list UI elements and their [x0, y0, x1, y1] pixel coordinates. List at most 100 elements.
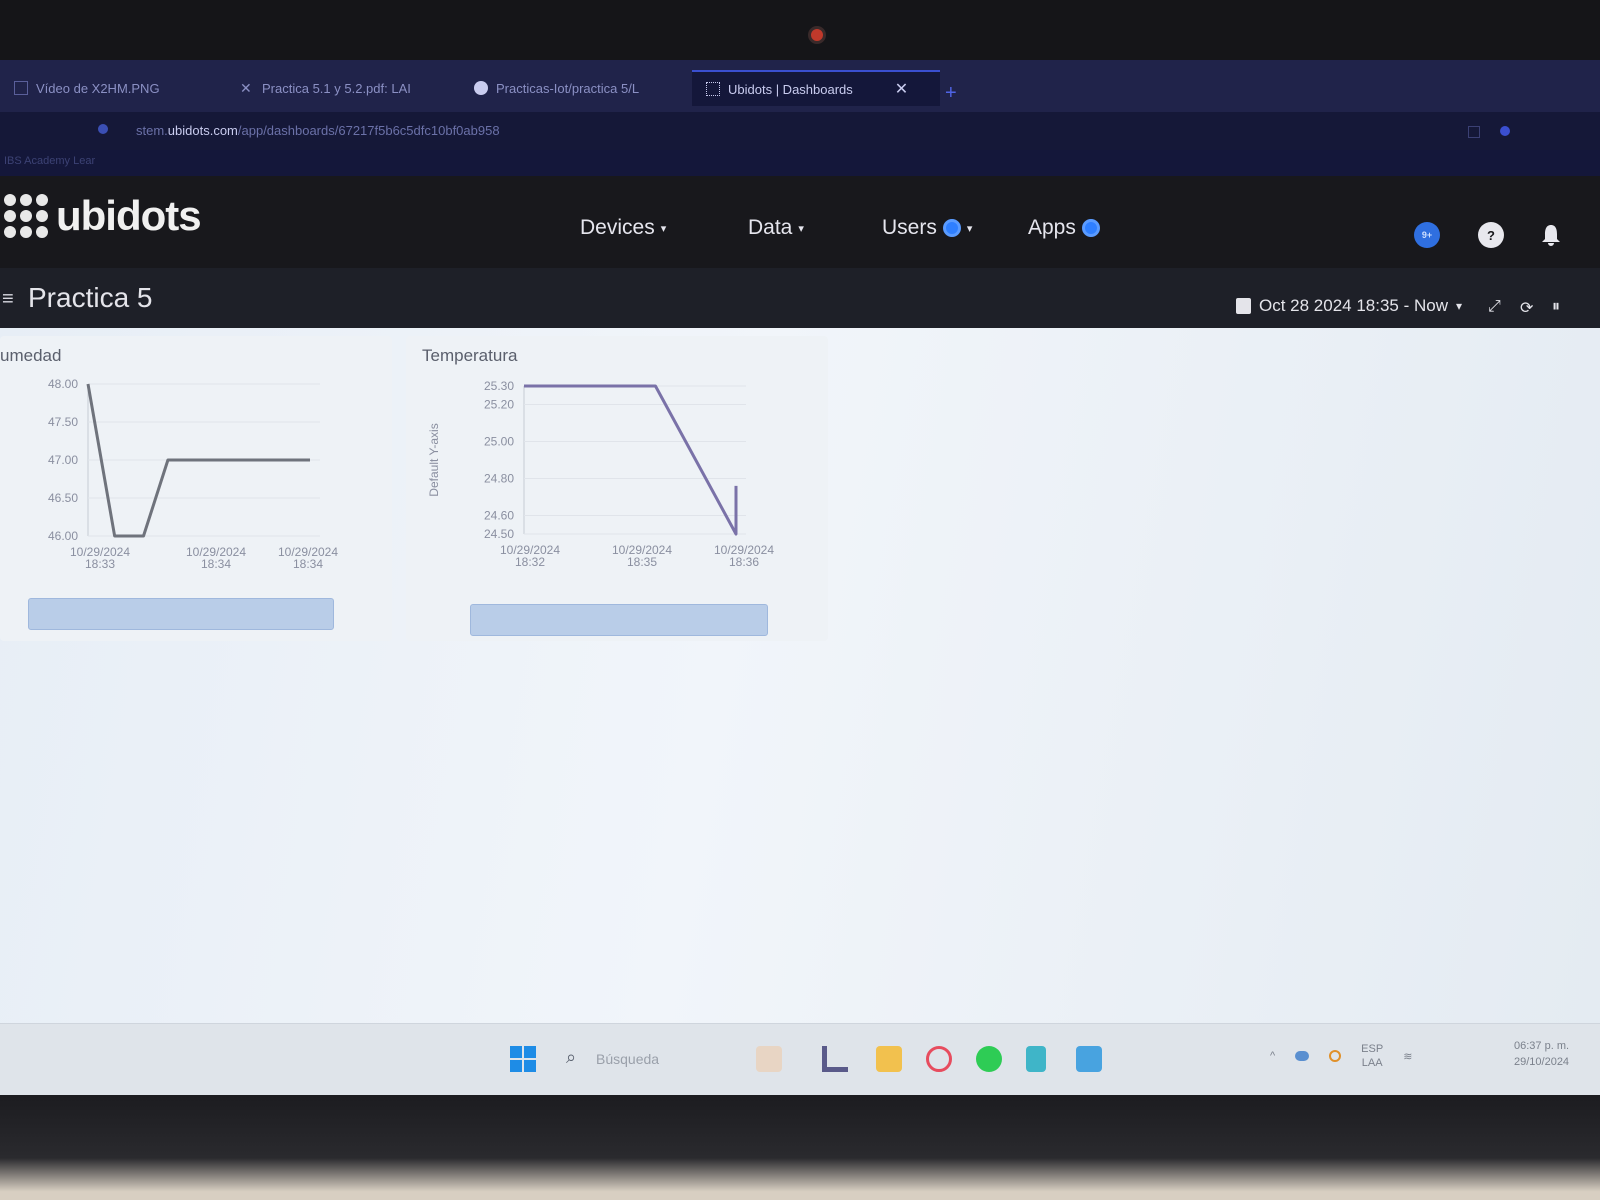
nav-apps[interactable]: Apps [1028, 216, 1100, 240]
widgets-icon[interactable] [756, 1046, 782, 1072]
help-icon[interactable]: ? [1478, 222, 1504, 248]
url-path: /app/dashboards/67217f5b6c5dfc10bf0ab958 [237, 123, 500, 138]
github-icon [474, 81, 488, 95]
x-tick-label: 18:35 [627, 555, 657, 569]
tab-label: Practica 5.1 y 5.2.pdf: LAI [262, 80, 411, 96]
notes-app-icon[interactable] [1026, 1046, 1046, 1072]
chevron-up-icon[interactable]: ^ [1270, 1050, 1275, 1062]
dashboard-canvas: umedad 48.00 47.50 47.00 46.50 46.00 10/29/20… [0, 328, 1600, 1023]
y-tick-label: 24.80 [484, 472, 514, 486]
dashboard-title[interactable]: Practica 5 [28, 282, 153, 314]
ubidots-logo[interactable]: ubidots [4, 192, 202, 240]
new-tab-button[interactable]: + [945, 82, 957, 105]
tab-label: Practicas-Iot/practica 5/L [496, 80, 640, 96]
sync-icon[interactable] [1329, 1050, 1342, 1062]
temperature-widget[interactable]: Temperatura 25.30 25.20 25.00 24.80 24.60 24.… [406, 336, 828, 641]
x-tick-label: 18:34 [293, 557, 323, 571]
region-code: LAA [1361, 1057, 1383, 1069]
wifi-icon[interactable]: ≋ [1403, 1050, 1412, 1063]
profile-icon[interactable] [1500, 126, 1510, 136]
taskbar-search-input[interactable]: Búsqueda [596, 1051, 659, 1067]
tab-label: Vídeo de X2HM.PNG [36, 80, 160, 96]
url-text[interactable]: stem.ubidots.com/app/dashboards/67217f5b… [136, 123, 500, 138]
refresh-icon[interactable]: ⟳ [1520, 298, 1533, 318]
pause-icon[interactable]: ⏸ [1552, 298, 1560, 316]
url-prefix: stem. [136, 123, 168, 138]
extension-icon[interactable] [1468, 126, 1480, 138]
laptop-frame: Vídeo de X2HM.PNG ✕ Practica 5.1 y 5.2.p… [0, 0, 1600, 1200]
tab-label: Ubidots | Dashboards [728, 81, 853, 97]
logo-dots-icon [4, 194, 48, 238]
app-header: ubidots Devices ▾ Data ▾ Users ▾ Apps 9+… [0, 176, 1600, 268]
x-tick-label: 18:36 [729, 555, 759, 569]
brand-name: ubidots [56, 192, 202, 239]
clock-date: 29/10/2024 [1514, 1056, 1570, 1068]
humidity-line-chart: 48.0047.5047.0046.5046.0010/29/202418:33… [48, 377, 338, 571]
y-tick-label: 25.30 [484, 379, 514, 393]
x-tick-label: 18:34 [201, 557, 231, 571]
nav-label: Devices [580, 216, 655, 239]
nav-label: Users [882, 216, 937, 239]
notifications-count-badge[interactable]: 9+ [1414, 222, 1440, 248]
nav-data[interactable]: Data ▾ [748, 216, 804, 240]
y-tick-label: 25.00 [484, 435, 514, 449]
windows-start-icon[interactable] [510, 1046, 536, 1072]
windows-taskbar: ⌕ Búsqueda ^ ESP LAA ≋ 06:37 p. m. 29/10… [0, 1023, 1600, 1095]
new-badge-icon [942, 219, 961, 237]
browser-tab-active[interactable]: Ubidots | Dashboards ✕ [692, 70, 940, 106]
humidity-widget[interactable]: umedad 48.00 47.50 47.00 46.50 46.00 10/29/20… [0, 336, 392, 641]
clock-time: 06:37 p. m. [1514, 1040, 1570, 1052]
x-tick-label: 18:33 [85, 557, 115, 571]
language-indicator[interactable]: ESP LAA [1361, 1042, 1383, 1070]
y-tick-label: 24.50 [484, 527, 514, 541]
chevron-down-icon: ▾ [966, 222, 973, 235]
tab-close-icon[interactable]: ✕ [895, 79, 908, 99]
chevron-down-icon: ▾ [660, 222, 667, 235]
address-bar[interactable]: stem.ubidots.com/app/dashboards/67217f5b… [0, 112, 1600, 150]
range-slider[interactable] [470, 604, 768, 636]
y-tick-label: 47.50 [48, 415, 78, 429]
laptop-bezel [0, 1095, 1600, 1200]
nav-users[interactable]: Users ▾ [882, 216, 972, 240]
y-tick-label: 46.50 [48, 491, 78, 505]
temperature-line-chart: 25.3025.2025.0024.8024.6024.5010/29/2024… [427, 379, 774, 569]
app-icon[interactable] [822, 1046, 848, 1072]
cloud-icon[interactable] [1295, 1051, 1310, 1061]
range-slider[interactable] [28, 598, 334, 630]
arduino-icon[interactable] [1076, 1046, 1102, 1072]
fullscreen-icon[interactable]: ⤢ [1488, 298, 1501, 316]
browser-tab[interactable]: Vídeo de X2HM.PNG [0, 70, 174, 106]
dashboard-title-bar: ≡ Practica 5 Oct 28 2024 18:35 - Now ▾ ⤢… [0, 268, 1600, 328]
y-tick-label: 47.00 [48, 453, 78, 467]
webcam-icon [808, 26, 826, 44]
date-range-picker[interactable]: Oct 28 2024 18:35 - Now ▾ [1236, 296, 1462, 316]
date-range-label: Oct 28 2024 18:35 - Now [1259, 296, 1449, 315]
bell-icon[interactable] [1538, 222, 1564, 248]
nav-devices[interactable]: Devices ▾ [580, 216, 666, 240]
browser-tab[interactable]: Practicas-Iot/practica 5/L [460, 70, 653, 106]
site-info-icon[interactable] [98, 124, 108, 134]
image-file-icon [14, 81, 28, 95]
file-explorer-icon[interactable] [876, 1046, 902, 1072]
opera-browser-icon[interactable] [926, 1046, 952, 1072]
search-icon[interactable]: ⌕ [566, 1047, 576, 1068]
y-axis-label: Default Y-axis [427, 423, 441, 496]
ubidots-favicon-icon [706, 82, 720, 96]
chevron-down-icon: ▾ [1456, 299, 1463, 313]
x-tick-label: 18:32 [515, 555, 545, 569]
nav-label: Data [748, 216, 793, 239]
browser-tab[interactable]: ✕ Practica 5.1 y 5.2.pdf: LAI [226, 70, 425, 106]
taskbar-clock[interactable]: 06:37 p. m. 29/10/2024 [1514, 1038, 1569, 1070]
bookmark-item[interactable]: IBS Academy Lear [4, 155, 95, 167]
y-tick-label: 24.60 [484, 509, 514, 523]
pdf-icon: ✕ [240, 80, 252, 96]
y-tick-label: 48.00 [48, 377, 78, 391]
y-tick-label: 25.20 [484, 398, 514, 412]
y-tick-label: 46.00 [48, 529, 78, 543]
spotify-icon[interactable] [976, 1046, 1002, 1072]
hamburger-menu-icon[interactable]: ≡ [2, 288, 14, 311]
lang-code: ESP [1361, 1043, 1384, 1055]
system-tray: ^ ESP LAA ≋ [1270, 1042, 1412, 1070]
new-badge-icon [1081, 219, 1100, 237]
calendar-icon [1236, 298, 1251, 314]
